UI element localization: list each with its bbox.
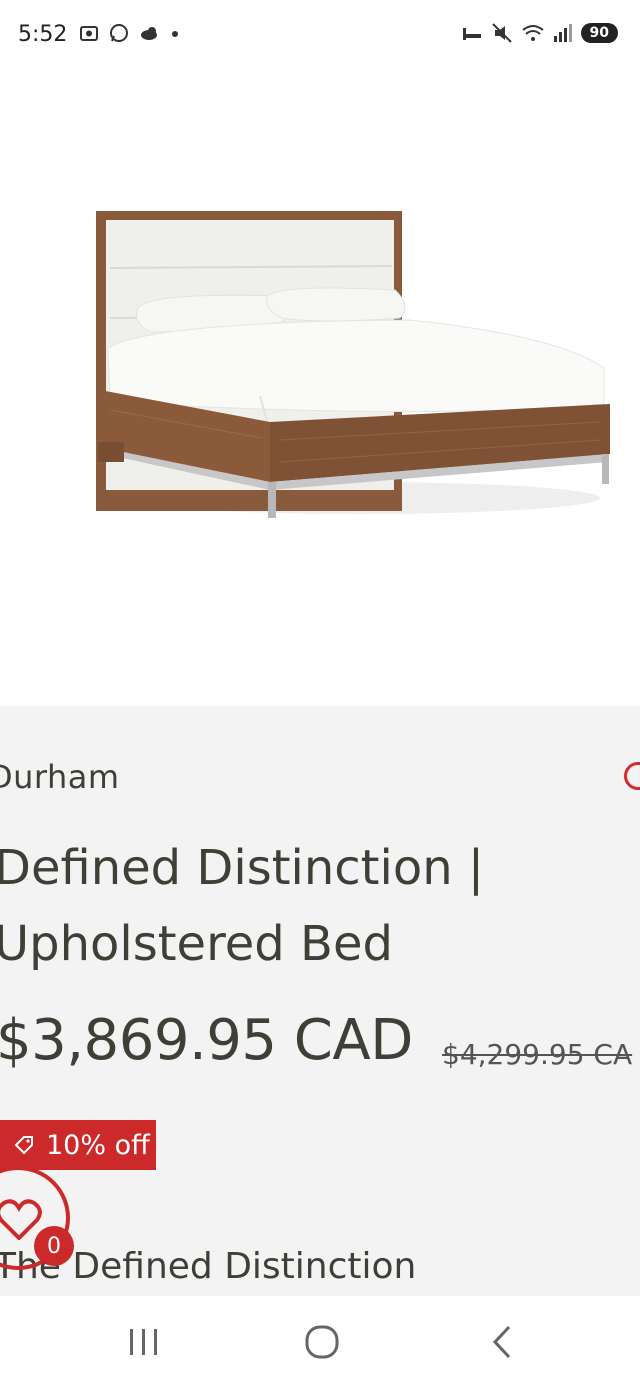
product-info-panel: Durham Defined Distinction | Upholstered…	[0, 706, 640, 1296]
tag-icon	[14, 1136, 33, 1155]
status-left-icons	[78, 22, 182, 44]
signal-icon	[553, 24, 572, 42]
wishlist-count: 0	[34, 1226, 74, 1266]
home-icon	[305, 1325, 339, 1359]
sale-price: $3,869.95 CAD	[0, 1008, 413, 1073]
recent-apps-button[interactable]	[114, 1322, 174, 1362]
mute-icon	[491, 23, 512, 43]
product-title: Defined Distinction | Upholstered Bed	[0, 840, 485, 972]
status-right-icons: 90	[461, 22, 618, 44]
discount-label: 10% off	[46, 1129, 150, 1161]
share-icon[interactable]	[624, 762, 640, 790]
status-time: 5:52	[18, 22, 68, 47]
cloud-icon	[141, 27, 157, 40]
status-bar: 5:52 90	[0, 0, 640, 70]
recent-apps-icon	[130, 1329, 157, 1355]
discount-badge: 10% off	[0, 1120, 156, 1170]
heart-icon	[0, 1199, 42, 1240]
bed-image	[96, 211, 610, 518]
product-image-area[interactable]	[0, 70, 640, 708]
system-nav-bar	[0, 1296, 640, 1388]
brand-name[interactable]: Durham	[0, 758, 120, 796]
back-icon	[492, 1325, 511, 1359]
whatsapp-icon	[110, 24, 128, 42]
battery-icon: 90	[580, 23, 618, 43]
back-button[interactable]	[472, 1322, 532, 1362]
dot-icon	[172, 31, 178, 37]
screenshot-icon	[80, 26, 98, 41]
compare-price: $4,299.95 CA	[442, 1038, 633, 1071]
home-button[interactable]	[292, 1322, 352, 1362]
wifi-icon	[521, 25, 544, 41]
sleep-icon	[462, 28, 481, 40]
